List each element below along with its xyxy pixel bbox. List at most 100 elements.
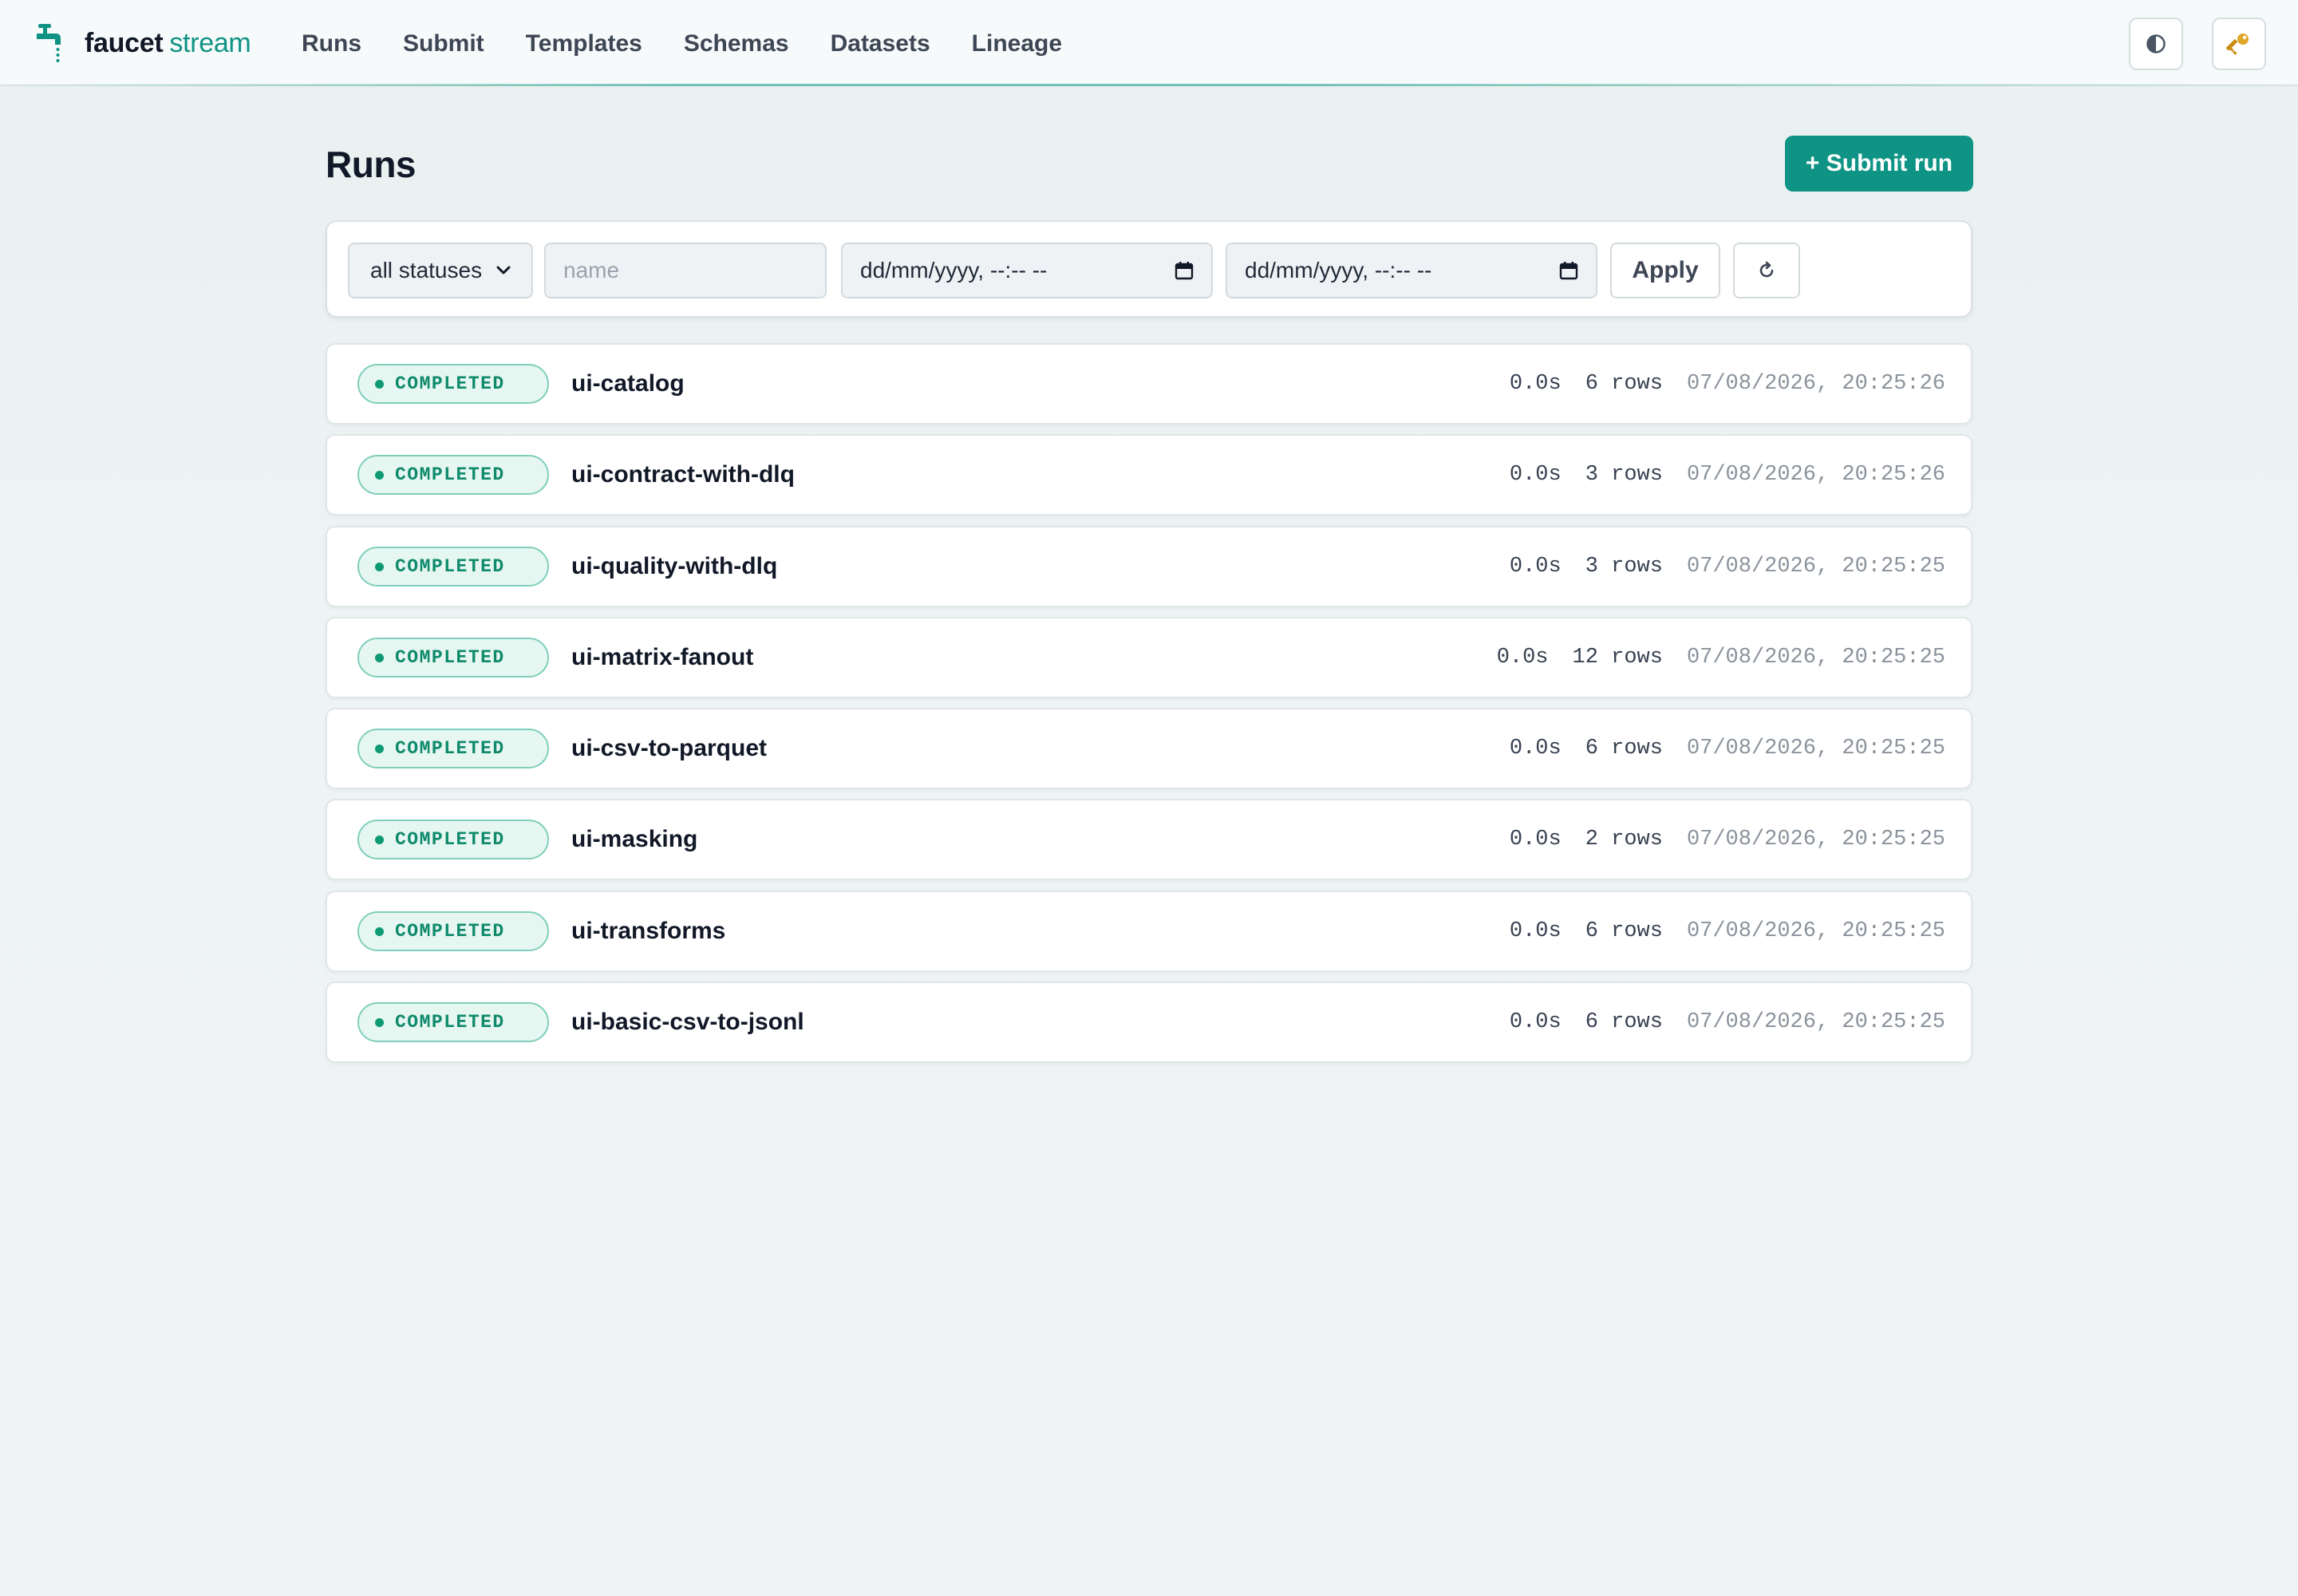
calendar-icon	[1559, 262, 1578, 280]
run-timestamp: 07/08/2026, 20:25:25	[1686, 555, 1945, 579]
status-badge: COMPLETED	[357, 729, 549, 768]
key-icon	[2225, 34, 2249, 55]
run-rows: 6 rows	[1585, 1010, 1663, 1034]
run-duration: 0.0s	[1509, 555, 1562, 579]
run-timestamp: 07/08/2026, 20:25:25	[1686, 828, 1945, 851]
run-name[interactable]: ui-masking	[571, 800, 697, 879]
status-badge-text: COMPLETED	[395, 647, 505, 668]
filter-bar: all statuses dd/mm/yyyy, --:-- -- dd/mm/…	[326, 220, 1972, 318]
run-duration: 0.0s	[1509, 463, 1562, 487]
run-rows: 2 rows	[1585, 828, 1663, 851]
run-name[interactable]: ui-contract-with-dlq	[571, 436, 795, 514]
run-duration: 0.0s	[1509, 1010, 1562, 1034]
status-badge: COMPLETED	[357, 547, 549, 587]
name-filter-input[interactable]	[544, 243, 827, 298]
status-badge: COMPLETED	[357, 364, 549, 404]
status-dot	[375, 1017, 384, 1027]
run-timestamp: 07/08/2026, 20:25:25	[1686, 646, 1945, 670]
brand-accent: stream	[169, 27, 251, 58]
run-meta: 0.0s 12 rows 07/08/2026, 20:25:25	[1497, 618, 1945, 697]
run-rows: 3 rows	[1585, 463, 1663, 487]
status-badge-text: COMPLETED	[395, 373, 505, 394]
run-rows: 6 rows	[1585, 737, 1663, 760]
run-rows: 3 rows	[1585, 555, 1663, 579]
status-badge-text: COMPLETED	[395, 829, 505, 850]
nav-schemas[interactable]: Schemas	[684, 24, 789, 64]
faucet-icon	[37, 24, 61, 62]
run-meta: 0.0s 2 rows 07/08/2026, 20:25:25	[1510, 800, 1945, 879]
status-badge-text: COMPLETED	[395, 921, 505, 942]
run-row[interactable]: COMPLETED ui-quality-with-dlq 0.0s 3 rows…	[326, 526, 1972, 607]
status-dot	[375, 562, 384, 571]
run-name[interactable]: ui-quality-with-dlq	[571, 527, 777, 606]
run-name[interactable]: ui-basic-csv-to-jsonl	[571, 983, 804, 1061]
calendar-icon	[1175, 262, 1194, 280]
run-rows: 6 rows	[1585, 372, 1663, 396]
api-key-button[interactable]	[2212, 18, 2266, 70]
submit-run-button[interactable]: + Submit run	[1785, 136, 1973, 192]
run-row[interactable]: COMPLETED ui-masking 0.0s 2 rows 07/08/202…	[326, 799, 1972, 880]
from-datetime-input[interactable]: dd/mm/yyyy, --:-- --	[841, 243, 1213, 298]
status-dot	[375, 653, 384, 662]
nav-datasets[interactable]: Datasets	[831, 24, 930, 64]
status-dot	[375, 926, 384, 936]
run-row[interactable]: COMPLETED ui-transforms 0.0s 6 rows 07/08/…	[326, 891, 1972, 972]
run-timestamp: 07/08/2026, 20:25:26	[1686, 372, 1945, 396]
run-meta: 0.0s 6 rows 07/08/2026, 20:25:25	[1510, 983, 1945, 1061]
theme-toggle-button[interactable]	[2129, 18, 2183, 70]
run-meta: 0.0s 3 rows 07/08/2026, 20:25:25	[1510, 527, 1945, 606]
status-badge-text: COMPLETED	[395, 556, 505, 577]
to-datetime-placeholder: dd/mm/yyyy, --:-- --	[1245, 258, 1432, 282]
run-meta: 0.0s 3 rows 07/08/2026, 20:25:26	[1510, 436, 1945, 514]
nav-runs[interactable]: Runs	[302, 24, 361, 64]
status-dot	[375, 744, 384, 753]
run-duration: 0.0s	[1509, 828, 1562, 851]
chevron-down-icon	[496, 266, 511, 275]
nav-submit[interactable]: Submit	[403, 24, 484, 64]
status-dot	[375, 379, 384, 389]
brand-name: faucet stream	[85, 27, 251, 58]
status-filter-select[interactable]: all statuses	[348, 243, 533, 298]
status-badge: COMPLETED	[357, 1002, 549, 1042]
status-dot	[375, 470, 384, 480]
run-meta: 0.0s 6 rows 07/08/2026, 20:25:25	[1510, 709, 1945, 788]
brand-logo[interactable]: faucet stream	[35, 22, 251, 64]
run-rows: 6 rows	[1585, 919, 1663, 943]
refresh-icon	[1759, 261, 1774, 278]
run-name[interactable]: ui-matrix-fanout	[571, 618, 753, 697]
status-badge-text: COMPLETED	[395, 1012, 505, 1033]
top-navigation-bar: faucet stream Runs Submit Templates Schem…	[0, 0, 2298, 86]
run-meta: 0.0s 6 rows 07/08/2026, 20:25:25	[1510, 892, 1945, 970]
run-duration: 0.0s	[1509, 919, 1562, 943]
nav-templates[interactable]: Templates	[526, 24, 642, 64]
run-row[interactable]: COMPLETED ui-csv-to-parquet 0.0s 6 rows 07…	[326, 708, 1972, 789]
run-rows: 12 rows	[1572, 646, 1663, 670]
page-title: Runs	[326, 144, 417, 185]
to-datetime-input[interactable]: dd/mm/yyyy, --:-- --	[1226, 243, 1597, 298]
run-row[interactable]: COMPLETED ui-matrix-fanout 0.0s 12 rows 07…	[326, 617, 1972, 698]
run-duration: 0.0s	[1509, 737, 1562, 760]
run-name[interactable]: ui-transforms	[571, 892, 725, 970]
run-row[interactable]: COMPLETED ui-catalog 0.0s 6 rows 07/08/202…	[326, 343, 1972, 425]
nav-lineage[interactable]: Lineage	[972, 24, 1062, 64]
run-timestamp: 07/08/2026, 20:25:25	[1686, 737, 1945, 760]
status-badge-text: COMPLETED	[395, 738, 505, 759]
contrast-icon	[2146, 34, 2166, 53]
run-timestamp: 07/08/2026, 20:25:25	[1686, 919, 1945, 943]
run-duration: 0.0s	[1496, 646, 1549, 670]
run-duration: 0.0s	[1509, 372, 1562, 396]
run-name[interactable]: ui-catalog	[571, 345, 685, 423]
run-name[interactable]: ui-csv-to-parquet	[571, 709, 767, 788]
status-badge: COMPLETED	[357, 455, 549, 495]
run-row[interactable]: COMPLETED ui-basic-csv-to-jsonl 0.0s 6 ro…	[326, 982, 1972, 1063]
refresh-button[interactable]	[1733, 243, 1800, 298]
status-filter-value: all statuses	[370, 258, 483, 282]
run-row[interactable]: COMPLETED ui-contract-with-dlq 0.0s 3 row…	[326, 434, 1972, 516]
status-dot	[375, 835, 384, 844]
run-timestamp: 07/08/2026, 20:25:26	[1686, 463, 1945, 487]
run-timestamp: 07/08/2026, 20:25:25	[1686, 1010, 1945, 1034]
run-meta: 0.0s 6 rows 07/08/2026, 20:25:26	[1510, 345, 1945, 423]
status-badge: COMPLETED	[357, 820, 549, 859]
apply-filters-button[interactable]: Apply	[1610, 243, 1720, 298]
main-nav: Runs Submit Templates Schemas Datasets L…	[302, 24, 1104, 64]
